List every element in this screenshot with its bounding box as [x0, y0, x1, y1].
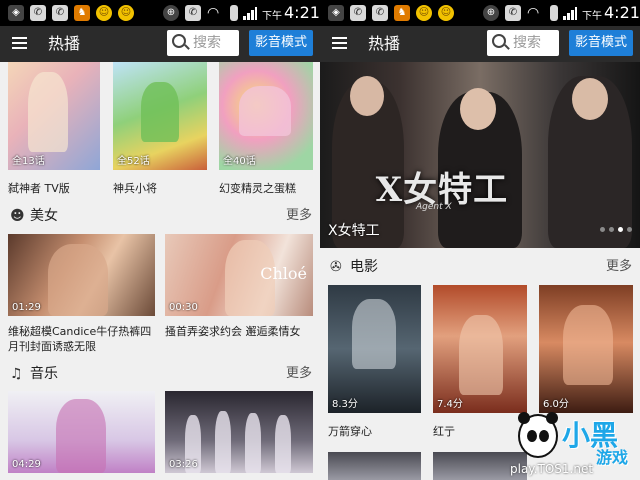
section-title: 音乐	[30, 366, 58, 382]
video-thumbnail[interactable]: Chloé 00:30	[165, 234, 313, 316]
duration-badge: 00:30	[169, 302, 198, 313]
coin-icon: ☺	[118, 5, 134, 21]
panda-mascot-icon	[518, 412, 558, 458]
search-icon	[492, 34, 506, 48]
hero-logo-subtitle: Agent X	[416, 202, 452, 212]
vibrate-icon: ✆	[505, 5, 521, 21]
section-header-beauty: ☻ 美女 更多	[0, 204, 320, 228]
carousel-dot[interactable]	[627, 227, 632, 232]
globe-icon: ⊕	[483, 5, 499, 21]
wifi-icon: ◠	[527, 5, 540, 21]
status-ampm: 下午	[582, 11, 602, 22]
carousel-dots	[596, 217, 632, 236]
episode-badge: 全13话	[12, 156, 45, 167]
shield-icon: ◈	[8, 5, 24, 21]
video-caption[interactable]: 搔首弄姿求约会 邂逅柔情女	[165, 324, 315, 339]
section-title: 电影	[350, 259, 378, 275]
search-icon	[172, 34, 186, 48]
video-caption[interactable]: 维秘超模Candice牛仔热裤四月刊封面诱惑无限	[8, 324, 158, 354]
duration-badge: 04:29	[12, 459, 41, 470]
female-icon: ☻	[10, 208, 25, 224]
movie-poster[interactable]: 8.3分	[328, 285, 421, 413]
phone-muted-icon: ✆	[30, 5, 46, 21]
shield-icon: ◈	[328, 5, 344, 21]
rating-badge: 7.4分	[437, 399, 463, 410]
film-reel-icon: ✇	[330, 259, 342, 275]
wifi-icon: ◠	[207, 5, 220, 21]
section-title: 美女	[30, 208, 58, 224]
media-mode-button[interactable]: 影音模式	[249, 30, 313, 56]
hero-banner[interactable]: X女特工 Agent X X女特工	[320, 62, 640, 248]
status-time: 4:21	[284, 3, 320, 22]
status-bar: ◈ ✆ ✆ ♞ ☺ ☺ ⊕ ✆ ◠ 下午 4:21	[320, 0, 640, 26]
carousel-dot[interactable]	[609, 227, 614, 232]
page-title: 热播	[48, 34, 81, 53]
phone-muted-icon: ✆	[372, 5, 388, 21]
video-thumbnail[interactable]: 04:29	[8, 391, 155, 473]
signal-icon	[563, 6, 577, 20]
globe-icon: ⊕	[163, 5, 179, 21]
video-thumbnail[interactable]: 03:26	[165, 391, 313, 473]
signal-icon	[243, 6, 257, 20]
thumbnail-overlay-text: Chloé	[260, 264, 307, 283]
status-ampm: 下午	[262, 11, 282, 22]
app-notification-icon: ♞	[394, 5, 410, 21]
phone-muted-icon: ✆	[350, 5, 366, 21]
movie-caption[interactable]: 万箭穿心	[328, 424, 372, 439]
hamburger-menu-icon[interactable]	[332, 37, 347, 50]
movie-poster[interactable]: 6.0分	[539, 285, 633, 413]
video-caption[interactable]: 神兵小将	[113, 181, 157, 196]
movie-poster[interactable]	[328, 452, 421, 480]
search-placeholder: 搜索	[513, 35, 541, 51]
watermark-logo: 小黑 游戏 play.TOS1.net	[510, 410, 640, 480]
status-time: 4:21	[604, 3, 640, 22]
movie-caption[interactable]: 红亍	[433, 424, 455, 439]
more-link[interactable]: 更多	[286, 208, 312, 224]
battery-icon	[230, 5, 238, 21]
right-screen: ◈ ✆ ✆ ♞ ☺ ☺ ⊕ ✆ ◠ 下午 4:21 热播 搜索 影音模式 X女特…	[320, 0, 640, 480]
app-header: 热播 搜索 影音模式	[320, 26, 640, 62]
search-input[interactable]: 搜索	[487, 30, 559, 56]
watermark-url: play.TOS1.net	[510, 462, 594, 476]
more-link[interactable]: 更多	[606, 259, 632, 275]
app-notification-icon: ♞	[74, 5, 90, 21]
battery-icon	[550, 5, 558, 21]
left-screen: ◈ ✆ ✆ ♞ ☺ ☺ ⊕ ✆ ◠ 下午 4:21 热播 搜索 影音模式 全13…	[0, 0, 320, 480]
search-input[interactable]: 搜索	[167, 30, 239, 56]
video-thumbnail[interactable]: 全13话	[8, 62, 100, 170]
duration-badge: 01:29	[12, 302, 41, 313]
more-link[interactable]: 更多	[286, 366, 312, 382]
vibrate-icon: ✆	[185, 5, 201, 21]
episode-badge: 全52话	[117, 156, 150, 167]
phone-muted-icon: ✆	[52, 5, 68, 21]
section-header-music: ♫ 音乐 更多	[0, 362, 320, 386]
video-thumbnail[interactable]: 01:29	[8, 234, 155, 316]
music-note-icon: ♫	[10, 366, 23, 382]
episode-badge: 全40话	[223, 156, 256, 167]
coin-icon: ☺	[416, 5, 432, 21]
duration-badge: 03:26	[169, 459, 198, 470]
carousel-dot-active[interactable]	[618, 227, 623, 232]
section-header-movie: ✇ 电影 更多	[320, 255, 640, 279]
video-caption[interactable]: 幻变精灵之蛋糕	[219, 181, 296, 196]
video-thumbnail[interactable]: 全52话	[113, 62, 207, 170]
rating-badge: 8.3分	[332, 399, 358, 410]
rating-badge: 6.0分	[543, 399, 569, 410]
hero-title: X女特工	[328, 223, 380, 239]
movie-poster[interactable]: 7.4分	[433, 285, 527, 413]
hamburger-menu-icon[interactable]	[12, 37, 27, 50]
page-title: 热播	[368, 34, 401, 53]
app-header: 热播 搜索 影音模式	[0, 26, 320, 62]
coin-icon: ☺	[438, 5, 454, 21]
media-mode-button[interactable]: 影音模式	[569, 30, 633, 56]
video-caption[interactable]: 弑神者 TV版	[8, 181, 70, 196]
status-bar: ◈ ✆ ✆ ♞ ☺ ☺ ⊕ ✆ ◠ 下午 4:21	[0, 0, 320, 26]
carousel-dot[interactable]	[600, 227, 605, 232]
search-placeholder: 搜索	[193, 35, 221, 51]
coin-icon: ☺	[96, 5, 112, 21]
video-thumbnail[interactable]: 全40话	[219, 62, 313, 170]
